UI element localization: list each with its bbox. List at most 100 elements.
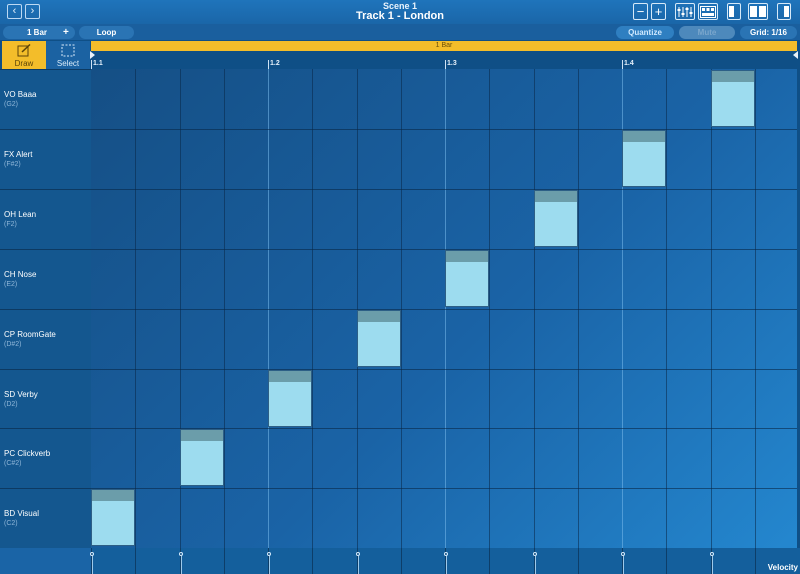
velocity-handle[interactable] [533, 552, 537, 556]
velocity-handle[interactable] [179, 552, 183, 556]
midi-note[interactable] [91, 489, 135, 546]
drum-lane[interactable]: VO Baaa (G2) [0, 69, 91, 129]
velocity-stem [712, 556, 713, 574]
velocity-lane[interactable] [90, 548, 800, 574]
velocity-stem [358, 556, 359, 574]
select-tool-label: Select [56, 59, 80, 68]
lane-name: PC Clickverb [4, 449, 51, 458]
midi-note[interactable] [534, 190, 578, 247]
layout-single-button[interactable] [727, 3, 741, 20]
marquee-select-icon [61, 44, 75, 57]
velocity-cell[interactable] [622, 548, 666, 574]
note-velocity-cap [92, 490, 134, 501]
note-velocity-cap [446, 251, 488, 262]
velocity-cell[interactable] [268, 548, 312, 574]
velocity-handle[interactable] [267, 552, 271, 556]
velocity-cell[interactable] [666, 548, 710, 574]
lane-pitch: (D2) [4, 401, 18, 408]
lane-pitch: (D#2) [4, 341, 22, 348]
velocity-cell[interactable] [534, 548, 578, 574]
minus-icon: − [636, 4, 645, 19]
length-selector[interactable]: 1 Bar + [3, 26, 75, 39]
midi-note[interactable] [180, 429, 224, 486]
draw-tool-button[interactable]: Draw [2, 41, 46, 71]
layout-split-button[interactable] [748, 3, 768, 20]
lane-pitch: (C#2) [4, 460, 22, 467]
piano-roll-grid[interactable] [91, 69, 797, 548]
note-velocity-cap [269, 371, 311, 382]
velocity-cell[interactable] [489, 548, 533, 574]
lane-name: OH Lean [4, 210, 37, 219]
lane-name: FX Alert [4, 150, 33, 159]
ruler-tick [268, 60, 269, 69]
velocity-cell[interactable] [578, 548, 622, 574]
midi-note[interactable] [445, 250, 489, 307]
lane-gridline [91, 488, 797, 489]
lane-pitch: (F#2) [4, 161, 21, 168]
mixer-button[interactable] [675, 3, 695, 20]
velocity-cell[interactable] [357, 548, 401, 574]
select-tool-button[interactable]: Select [46, 41, 90, 71]
loop-button[interactable]: Loop [79, 26, 134, 39]
keyboard-icon [700, 5, 716, 18]
velocity-handle[interactable] [90, 552, 94, 556]
drum-lane[interactable]: CH Nose (E2) [0, 249, 91, 309]
drum-lane[interactable]: FX Alert (F#2) [0, 129, 91, 189]
lane-pitch: (E2) [4, 281, 18, 288]
zoom-out-button[interactable]: − [633, 3, 648, 20]
quantize-button[interactable]: Quantize [616, 26, 674, 39]
keyboard-button[interactable] [698, 3, 718, 20]
velocity-handle[interactable] [444, 552, 448, 556]
velocity-cell[interactable] [312, 548, 356, 574]
velocity-cell[interactable] [180, 548, 224, 574]
mute-button[interactable]: Mute [679, 26, 735, 39]
loop-right-handle[interactable] [793, 51, 798, 59]
single-panel-icon [729, 6, 734, 17]
split-panel-icon [750, 6, 766, 17]
lane-name: VO Baaa [4, 90, 37, 99]
drum-lane[interactable]: OH Lean (F2) [0, 189, 91, 249]
ruler-marker-label: 1.3 [447, 60, 457, 67]
lane-pitch: (F2) [4, 221, 17, 228]
lane-name: CP RoomGate [4, 330, 56, 339]
velocity-cell[interactable] [445, 548, 489, 574]
midi-note[interactable] [357, 310, 401, 367]
velocity-handle[interactable] [621, 552, 625, 556]
draw-tool-label: Draw [14, 59, 34, 68]
midi-note[interactable] [622, 130, 666, 187]
velocity-stem [181, 556, 182, 574]
lane-pitch: (G2) [4, 101, 18, 108]
velocity-handle[interactable] [710, 552, 714, 556]
layout-right-button[interactable] [777, 3, 791, 20]
velocity-stem [92, 556, 93, 574]
note-velocity-cap [181, 430, 223, 441]
zoom-in-button[interactable]: + [651, 3, 666, 20]
velocity-label: Velocity [767, 563, 798, 572]
lane-gridline [91, 129, 797, 130]
note-velocity-cap [358, 311, 400, 322]
lane-name: BD Visual [4, 509, 39, 518]
velocity-cell[interactable] [135, 548, 179, 574]
midi-note[interactable] [268, 370, 312, 427]
drum-lane[interactable]: SD Verby (D2) [0, 369, 91, 429]
right-panel-icon [784, 6, 789, 17]
lane-gridline [91, 249, 797, 250]
add-length-button[interactable]: + [63, 27, 69, 38]
ruler-marker-label: 1.1 [93, 60, 103, 67]
grid-selector[interactable]: Grid: 1/16 [740, 26, 797, 39]
velocity-cell[interactable] [711, 548, 755, 574]
velocity-cell[interactable] [224, 548, 268, 574]
velocity-lane-header [0, 548, 91, 574]
drum-lane[interactable]: BD Visual (C2) [0, 488, 91, 548]
loop-left-handle[interactable] [90, 51, 95, 59]
velocity-cell[interactable] [91, 548, 135, 574]
velocity-handle[interactable] [356, 552, 360, 556]
midi-note[interactable] [711, 70, 755, 127]
timeline-ruler[interactable]: 1.1 1.2 1.3 1.4 [90, 51, 798, 69]
velocity-cell[interactable] [401, 548, 445, 574]
loop-region[interactable]: 1 Bar [91, 41, 797, 51]
drum-lane[interactable]: CP RoomGate (D#2) [0, 309, 91, 369]
note-velocity-cap [535, 191, 577, 202]
drum-lane[interactable]: PC Clickverb (C#2) [0, 428, 91, 488]
ruler-tick [622, 60, 623, 69]
